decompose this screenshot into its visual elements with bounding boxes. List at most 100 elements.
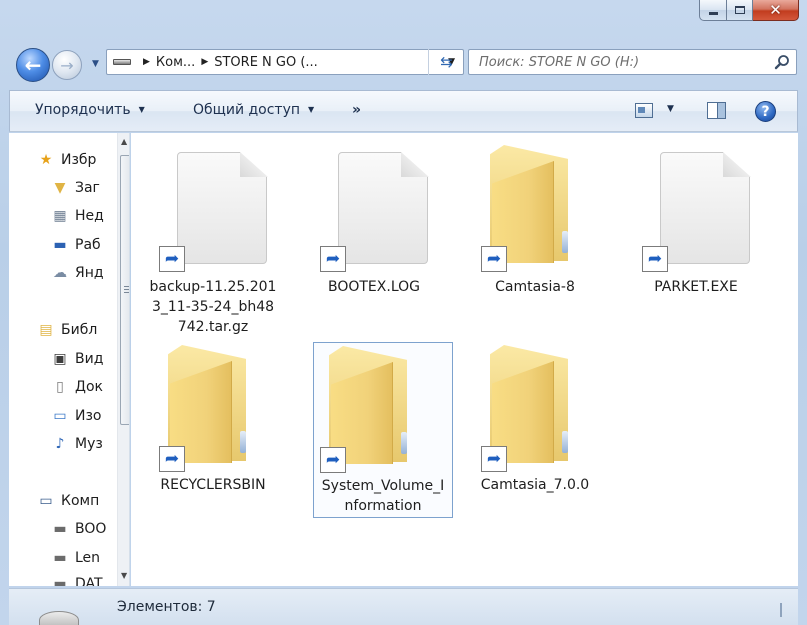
change-view-icon[interactable] [635,103,653,118]
recent-pages-dropdown[interactable]: ▼ [92,59,99,69]
file-label-line: 3_11-35-24_bh48 [151,299,275,315]
folder-item-system-volume-information[interactable]: ➦ System_Volume_I nformation [313,342,453,518]
desktop-icon: ▬ [53,237,67,253]
drive-icon: ▬ [53,521,67,537]
file-label: backup-11.25.201 3_11-35-24_bh48 742.tar… [143,277,283,337]
drive-icon: ▬ [53,576,67,586]
file-item-parket-exe[interactable]: ➦ PARKET.EXE [626,139,766,315]
navigation-pane: ★ Избр ▼ Заг ▦ Нед ▬ Раб ☁ Янд ▤ Библ ▣ … [9,133,130,586]
nav-item-drive-len[interactable]: ▬ Len [51,547,100,569]
nav-item-label: Библ [61,322,98,338]
file-label: BOOTEX.LOG [327,279,420,295]
more-commands-button[interactable]: » [352,102,361,118]
navigation-bar: ← → ▼ ▶ Ком... ▶ STORE N GO (... ▼ ⇆ [12,40,797,86]
nav-item-libraries[interactable]: ▤ Библ [37,319,97,341]
organize-label: Упорядочить [35,102,131,118]
nav-pane-scrollbar[interactable]: ▲ ▼ [117,133,129,586]
nav-item-yandex-disk[interactable]: ☁ Янд [51,262,104,284]
view-options-dropdown[interactable]: ▼ [667,104,674,114]
command-bar: Упорядочить ▼ Общий доступ ▼ » ▼ ? [9,90,798,132]
music-icon: ♪ [55,436,65,452]
status-bar: Элементов: 7 [9,588,798,625]
nav-item-recent-places[interactable]: ▦ Нед [51,205,104,227]
nav-item-label: Раб [75,237,101,253]
minimize-icon [708,11,718,15]
folder-bar [401,432,407,454]
minimize-button[interactable] [699,0,727,21]
shortcut-arrow-icon: ➦ [642,246,668,272]
nav-item-pictures[interactable]: ▭ Изо [51,405,101,427]
nav-item-label: DAT [75,576,103,586]
file-label-line: 742.tar.gz [177,319,249,335]
chevron-down-icon: ▼ [308,105,315,114]
folder-item-recyclersbin[interactable]: ➦ RECYCLERSBIN [143,339,283,515]
search-input[interactable] [479,54,759,70]
preview-pane-icon[interactable] [707,102,726,119]
nav-item-label: Заг [75,180,100,196]
scrollbar-thumb[interactable] [120,155,129,425]
help-icon[interactable]: ? [755,101,776,122]
drive-icon [39,611,79,625]
nav-item-label: Избр [61,152,97,168]
folder-bar [562,231,568,253]
nav-item-drive-boo[interactable]: ▬ BOO [51,518,106,540]
nav-item-computer[interactable]: ▭ Комп [37,490,99,512]
yandex-disk-icon: ☁ [53,265,67,281]
file-label-line: nformation [344,498,422,514]
breadcrumb-separator-icon[interactable]: ▶ [143,57,150,67]
shortcut-arrow-icon: ➦ [320,447,346,473]
video-icon: ▣ [53,351,67,367]
chevron-down-icon: ▼ [138,105,145,114]
document-fold [723,152,751,177]
nav-item-label: Изо [75,408,102,424]
nav-item-label: Док [75,379,103,395]
file-label-line: backup-11.25.201 [149,279,277,295]
item-count: Элементов: 7 [117,599,216,615]
search-box[interactable] [468,49,797,75]
forward-button[interactable]: → [52,50,82,80]
nav-item-label: Вид [75,351,104,367]
explorer-window: ✕ ← → ▼ ▶ Ком... ▶ STORE N GO (... ▼ ⇆ У… [0,0,807,625]
breadcrumb-separator-icon[interactable]: ▶ [201,57,208,67]
file-item-bootex-log[interactable]: ➦ BOOTEX.LOG [304,139,444,315]
nav-item-favorites[interactable]: ★ Избр [37,149,97,171]
breadcrumb-computer[interactable]: Ком... [156,55,195,70]
maximize-button[interactable] [727,0,753,21]
shortcut-arrow-icon: ➦ [481,446,507,472]
libraries-icon: ▤ [39,322,53,338]
scroll-down-icon[interactable]: ▼ [121,571,127,580]
caption-buttons: ✕ [699,0,799,26]
star-icon: ★ [39,152,53,168]
address-bar[interactable]: ▶ Ком... ▶ STORE N GO (... ▼ [106,49,464,75]
document-fold [401,152,429,177]
share-menu[interactable]: Общий доступ ▼ [193,102,314,118]
nav-item-documents[interactable]: ▯ Док [51,376,103,398]
nav-item-video[interactable]: ▣ Вид [51,348,103,370]
file-label: Camtasia_7.0.0 [480,477,590,493]
nav-item-label: Муз [75,436,103,452]
breadcrumb-drive[interactable]: STORE N GO (... [214,55,318,70]
back-button[interactable]: ← [16,48,50,82]
resize-grip-icon[interactable] [780,603,782,617]
computer-icon: ▭ [39,493,53,509]
share-label: Общий доступ [193,102,301,118]
nav-item-downloads[interactable]: ▼ Заг [51,177,100,199]
nav-item-label: Комп [61,493,100,509]
file-label: RECYCLERSBIN [160,477,266,493]
nav-item-drive-dat[interactable]: ▬ DAT [51,573,103,586]
shortcut-arrow-icon: ➦ [159,446,185,472]
nav-item-desktop[interactable]: ▬ Раб [51,234,101,256]
nav-item-label: Len [75,550,101,566]
refresh-icon: ⇆ [440,53,453,71]
nav-item-label: Нед [75,208,104,224]
scroll-up-icon[interactable]: ▲ [121,137,127,146]
folder-item-camtasia-8[interactable]: ➦ Camtasia-8 [465,139,605,315]
refresh-button[interactable]: ⇆ [428,49,464,75]
folder-item-camtasia-7[interactable]: ➦ Camtasia_7.0.0 [465,339,605,515]
file-item-backup[interactable]: ➦ backup-11.25.201 3_11-35-24_bh48 742.t… [143,139,283,335]
pictures-icon: ▭ [53,408,67,424]
nav-item-music[interactable]: ♪ Муз [51,433,103,455]
search-icon[interactable] [774,54,790,70]
organize-menu[interactable]: Упорядочить ▼ [35,102,145,118]
close-button[interactable]: ✕ [753,0,799,21]
